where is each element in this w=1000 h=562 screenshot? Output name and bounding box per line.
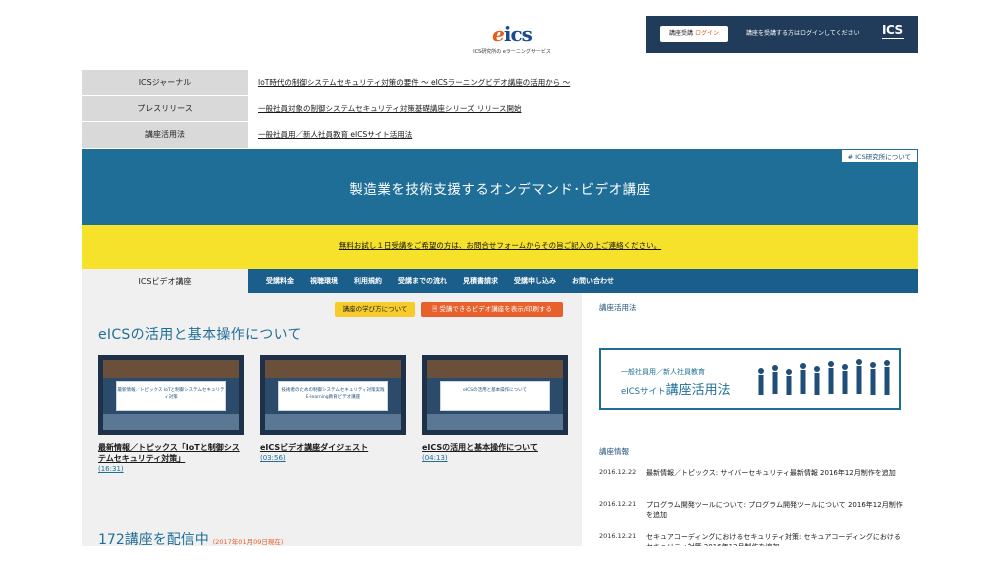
news-date: 2016.12.21	[599, 532, 637, 540]
section-title: eICSの活用と基本操作について	[98, 327, 302, 343]
video-duration[interactable]: (16:31)	[98, 465, 244, 473]
video-duration[interactable]: (03:56)	[260, 454, 406, 462]
info-label: 講座活用法	[82, 122, 248, 148]
thumb-title-panel: 最新情報／トピックス IoTと制御システムセキュリティ対策	[116, 381, 226, 411]
news-text[interactable]: セキュアコーディングにおけるセキュリティ対策: セキュアコーディングにおけるセキ…	[646, 532, 904, 546]
eics-logo[interactable]: eics ICS研究所の eラーニングサービス	[452, 22, 572, 55]
ics-logo-underline	[882, 38, 904, 41]
video-card[interactable]: 技術者のための制御システムセキュリティ対策実践 E-learning教育ビデオ講…	[260, 355, 406, 462]
nav-item-apply[interactable]: 受講申し込み	[506, 269, 564, 293]
usage-promo-banner[interactable]: 一般社員用／新人社員教育 eICSサイト講座活用法	[599, 348, 901, 410]
main-column: 講座の学び方について 🗎 受講できるビデオ講座を表示/印刷する eICSの活用と…	[82, 293, 582, 546]
about-ics-link[interactable]: # ICS研究所について	[840, 149, 918, 163]
thumb-title-panel: 技術者のための制御システムセキュリティ対策実践 E-learning教育ビデオ講…	[278, 381, 388, 411]
news-date: 2016.12.21	[599, 500, 637, 508]
login-message: 講座を受講する方はログインしてください	[746, 30, 860, 37]
people-silhouettes-illustration	[758, 359, 890, 395]
thumb-photo-strip	[427, 360, 563, 378]
news-date: 2016.12.22	[599, 468, 637, 476]
course-count-text: 172講座を配信中	[98, 532, 209, 546]
video-card[interactable]: 最新情報／トピックス IoTと制御システムセキュリティ対策 最新情報／トピックス…	[98, 355, 244, 473]
trial-notice-link[interactable]: 無料お試し１日受講をご希望の方は、お問合せフォームからその旨ご記入の上ご連絡くだ…	[82, 240, 918, 251]
thumb-title-panel: eICSの活用と基本操作について	[440, 381, 550, 411]
usage-heading: 講座活用法	[599, 303, 637, 312]
info-label: プレスリリース	[82, 96, 248, 122]
thumb-photo-strip	[103, 360, 239, 378]
info-link[interactable]: IoT時代の制御システムセキュリティ対策の要件 ～ eICSラーニングビデオ講座…	[258, 70, 570, 96]
nav-home-tab[interactable]: ICSビデオ講座	[82, 269, 248, 295]
thumb-photo-strip	[265, 360, 401, 378]
info-row-journal: ICSジャーナル IoT時代の制御システムセキュリティ対策の要件 ～ eICSラ…	[82, 69, 918, 96]
course-count-date: (2017年01月09日現在)	[212, 538, 284, 546]
info-row-press: プレスリリース 一般社員対象の制御システムセキュリティ対策基礎講座シリーズ リリ…	[82, 95, 918, 122]
site-header: eics ICS研究所の eラーニングサービス 講座受講 ログイン 講座を受講す…	[82, 16, 918, 68]
login-panel: 講座受講 ログイン 講座を受講する方はログインしてください ICS	[646, 16, 918, 53]
nav-item-terms[interactable]: 利用規約	[346, 269, 390, 293]
thumb-photo-footer	[103, 414, 239, 430]
promo-title: eICSサイト講座活用法	[621, 383, 731, 398]
trial-notice: 無料お試し１日受講をご希望の方は、お問合せフォームからその旨ご記入の上ご連絡くだ…	[82, 225, 918, 269]
info-link[interactable]: 一般社員用／新人社員教育 eICSサイト活用法	[258, 122, 412, 148]
ics-corp-logo[interactable]: ICS	[882, 23, 903, 37]
news-text[interactable]: 最新情報／トピックス: サイバーセキュリティ最新情報 2016年12月制作を追加	[646, 468, 904, 478]
promo-subtitle: 一般社員用／新人社員教育	[621, 368, 705, 376]
nav-items: 受講料金 視聴環境 利用規約 受講までの流れ 見積書請求 受講申し込み お問い合…	[258, 269, 622, 293]
logo-mark: eics	[492, 22, 533, 46]
course-count: 172講座を配信中 (2017年01月09日現在)	[98, 529, 283, 546]
document-icon: 🗎	[432, 305, 438, 313]
nav-item-flow[interactable]: 受講までの流れ	[390, 269, 455, 293]
info-row-usage: 講座活用法 一般社員用／新人社員教育 eICSサイト活用法	[82, 121, 918, 148]
nav-item-contact[interactable]: お問い合わせ	[564, 269, 622, 293]
banner-title: 製造業を技術支援するオンデマンド･ビデオ講座	[349, 182, 651, 198]
video-card[interactable]: eICSの活用と基本操作について eICSの活用と基本操作について (04:13…	[422, 355, 568, 462]
video-duration[interactable]: (04:13)	[422, 454, 568, 462]
hash-icon: #	[847, 153, 854, 161]
video-thumbnail[interactable]: 最新情報／トピックス IoTと制御システムセキュリティ対策	[98, 355, 244, 435]
thumb-photo-footer	[427, 414, 563, 430]
video-thumbnail[interactable]: eICSの活用と基本操作について	[422, 355, 568, 435]
nav-item-fee[interactable]: 受講料金	[258, 269, 302, 293]
thumb-photo-footer	[265, 414, 401, 430]
login-button[interactable]: 講座受講 ログイン	[660, 26, 728, 42]
main-nav: ICSビデオ講座 受講料金 視聴環境 利用規約 受講までの流れ 見積書請求 受講…	[82, 269, 918, 295]
page: eics ICS研究所の eラーニングサービス 講座受講 ログイン 講座を受講す…	[82, 16, 918, 546]
news-text[interactable]: プログラム開発ツールについて: プログラム開発ツールについて 2016年12月制…	[646, 500, 904, 520]
info-link[interactable]: 一般社員対象の制御システムセキュリティ対策基礎講座シリーズ リリース開始	[258, 96, 521, 122]
nav-item-environment[interactable]: 視聴環境	[302, 269, 346, 293]
logo-subtitle: ICS研究所の eラーニングサービス	[473, 49, 551, 55]
nav-item-quote[interactable]: 見積書請求	[455, 269, 506, 293]
news-heading: 講座情報	[599, 447, 629, 456]
video-thumbnail[interactable]: 技術者のための制御システムセキュリティ対策実践 E-learning教育ビデオ講…	[260, 355, 406, 435]
print-course-list-button[interactable]: 🗎 受講できるビデオ講座を表示/印刷する	[421, 302, 563, 317]
sidebar: 講座活用法 一般社員用／新人社員教育 eICSサイト講座活用法 講座情報 201…	[582, 293, 918, 546]
video-title[interactable]: 最新情報／トピックス「IoTと制御システムセキュリティ対策」	[98, 442, 244, 464]
how-to-learn-button[interactable]: 講座の学び方について	[335, 302, 415, 317]
video-title[interactable]: eICSの活用と基本操作について	[422, 442, 568, 453]
video-title[interactable]: eICSビデオ講座ダイジェスト	[260, 442, 406, 453]
info-label: ICSジャーナル	[82, 70, 248, 96]
